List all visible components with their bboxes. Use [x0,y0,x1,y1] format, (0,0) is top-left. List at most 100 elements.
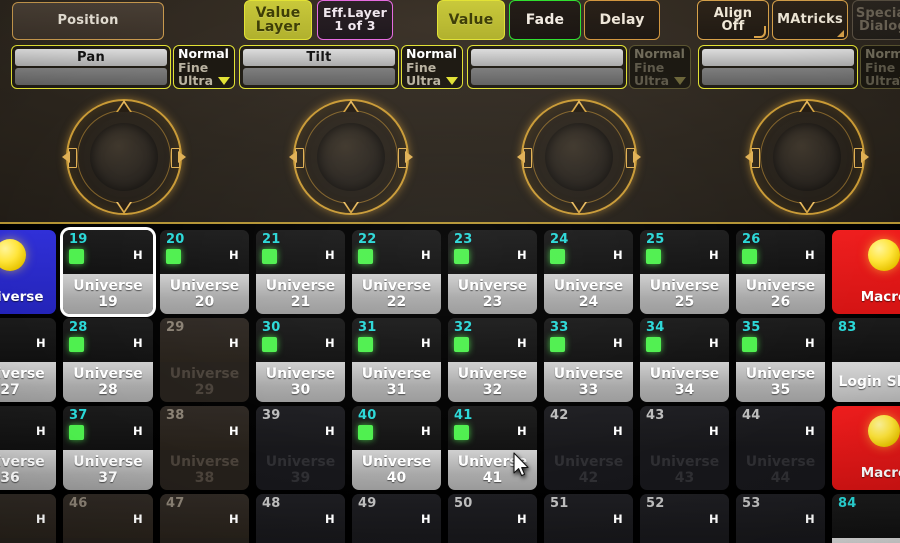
chevron-down-icon[interactable] [674,77,686,85]
resolution-fine[interactable]: Fine [406,60,462,75]
tile-universe-blue-0-0[interactable]: Universe [0,230,56,314]
resolution-selector-3[interactable]: Normal Fine Ultra [629,45,691,89]
tile-50[interactable]: 50 H Universe 50 [448,494,537,543]
tile-22[interactable]: 22 H Universe 22 [352,230,441,314]
encoder-fader-tilt[interactable]: Tilt [239,45,399,89]
wheel-hub[interactable] [317,123,385,191]
tile-30[interactable]: 30 H Universe 30 [256,318,345,402]
tile-48[interactable]: 48 H Universe 48 [256,494,345,543]
encoder-wheel-1[interactable] [62,99,186,215]
tile-number: 84 [838,496,857,511]
encoder-wheel-3[interactable] [517,99,641,215]
tile-44[interactable]: 44 H Universe 44 [736,406,825,490]
tile-42[interactable]: 42 H Universe 42 [544,406,633,490]
chevron-down-icon[interactable] [218,77,230,85]
tile-53[interactable]: 53 H Universe 53 [736,494,825,543]
tile-39[interactable]: 39 H Universe 39 [256,406,345,490]
tile-38[interactable]: 38 H Universe 38 [160,406,249,490]
tile-23[interactable]: 23 H Universe 23 [448,230,537,314]
tile-19[interactable]: 19 H Universe 19 [63,230,153,314]
resolution-fine[interactable]: Fine [178,60,234,75]
tile-25[interactable]: 25 H Universe 25 [640,230,729,314]
tile-label: Universe 47 [160,538,249,543]
button-matricks[interactable]: MAtricks [772,0,848,40]
resolution-normal[interactable]: Normal [634,47,690,61]
wheel-left-arrow-icon[interactable] [517,148,541,168]
tile-40[interactable]: 40 H Universe 40 [352,406,441,490]
tile-37[interactable]: 37 H Universe 37 [63,406,153,490]
tile-46[interactable]: 46 H Universe 46 [63,494,153,543]
wheel-left-arrow-icon[interactable] [745,148,769,168]
encoder-wheel-2[interactable] [289,99,413,215]
tile-number: 24 [550,232,569,247]
tile-dimmed-3-0[interactable]: H [0,494,56,543]
resolution-selector-4[interactable]: Normal Fine Ultra [860,45,900,89]
wheel-right-arrow-icon[interactable] [617,148,641,168]
wheel-right-arrow-icon[interactable] [389,148,413,168]
wheel-left-arrow-icon[interactable] [62,148,86,168]
encoder-wheel-4[interactable] [745,99,869,215]
encoder-fader-pan-track[interactable] [15,68,167,85]
tile-43[interactable]: 43 H Universe 43 [640,406,729,490]
button-eff-layer[interactable]: Eff.Layer 1 of 3 [317,0,393,40]
tile-47[interactable]: 47 H Universe 47 [160,494,249,543]
encoder-fader-4[interactable] [698,45,858,89]
resolution-ultra[interactable]: Ultra [865,74,900,88]
encoder-fader-3-track[interactable] [471,68,623,85]
tile-29[interactable]: 29 H Universe 29 [160,318,249,402]
tile-24[interactable]: 24 H Universe 24 [544,230,633,314]
button-delay[interactable]: Delay [584,0,660,40]
tile-83[interactable]: 83 Login Slave [832,318,900,402]
chevron-down-icon[interactable] [446,77,458,85]
encoder-fader-3[interactable] [467,45,627,89]
tile-header [0,406,56,450]
encoder-fader-tilt-track[interactable] [243,68,395,85]
tile-macro-2-9[interactable]: Macro [832,406,900,490]
button-value-layer[interactable]: Value Layer [244,0,312,40]
status-led-icon [646,337,661,352]
encoder-fader-4-track[interactable] [702,68,854,85]
tile-35[interactable]: 35 H Universe 35 [736,318,825,402]
wheel-hub[interactable] [545,123,613,191]
tile-33[interactable]: 33 H Universe 33 [544,318,633,402]
tile-28[interactable]: 28 H Universe 28 [63,318,153,402]
wheel-hub[interactable] [773,123,841,191]
resolution-normal[interactable]: Normal [865,47,900,61]
wheel-right-arrow-icon[interactable] [162,148,186,168]
resolution-normal[interactable]: Normal [178,47,234,61]
tile-26[interactable]: 26 H Universe 26 [736,230,825,314]
button-special-dialog[interactable]: Special Dialog [852,0,900,40]
resolution-fine[interactable]: Fine [634,60,690,75]
wheel-right-arrow-icon[interactable] [845,148,869,168]
tile-32[interactable]: 32 H Universe 32 [448,318,537,402]
button-position[interactable]: Position [12,2,164,40]
tile-49[interactable]: 49 H Universe 49 [352,494,441,543]
tile-41[interactable]: 41 H Universe 41 [448,406,537,490]
resolution-selector-2[interactable]: Normal Fine Ultra [401,45,463,89]
button-value[interactable]: Value [437,0,505,40]
tile-number: 23 [454,232,473,247]
tile-active-1-0[interactable]: H Universe 27 [0,318,56,402]
tile-52[interactable]: 52 H Universe 52 [640,494,729,543]
tile-label: Universe 21 [256,274,345,314]
tile-number: 29 [166,320,185,335]
button-align-off[interactable]: Align Off [697,0,769,40]
tile-macro-0-9[interactable]: Macro [832,230,900,314]
tile-number: 21 [262,232,281,247]
button-fade[interactable]: Fade [509,0,581,40]
tile-34[interactable]: 34 H Universe 34 [640,318,729,402]
resolution-selector-1[interactable]: Normal Fine Ultra [173,45,235,89]
tile-20[interactable]: 20 H Universe 20 [160,230,249,314]
tile-51[interactable]: 51 H Universe 51 [544,494,633,543]
wheel-left-arrow-icon[interactable] [289,148,313,168]
encoder-fader-pan[interactable]: Pan [11,45,171,89]
resolution-normal[interactable]: Normal [406,47,462,61]
wheel-hub[interactable] [90,123,158,191]
tile-21[interactable]: 21 H Universe 21 [256,230,345,314]
tile-31[interactable]: 31 H Universe 31 [352,318,441,402]
resolution-fine[interactable]: Fine [865,60,900,75]
tile-number: 34 [646,320,665,335]
tile-label: Universe 48 [256,538,345,543]
tile-84[interactable]: 84 [832,494,900,543]
tile-active-2-0[interactable]: H Universe 36 [0,406,56,490]
